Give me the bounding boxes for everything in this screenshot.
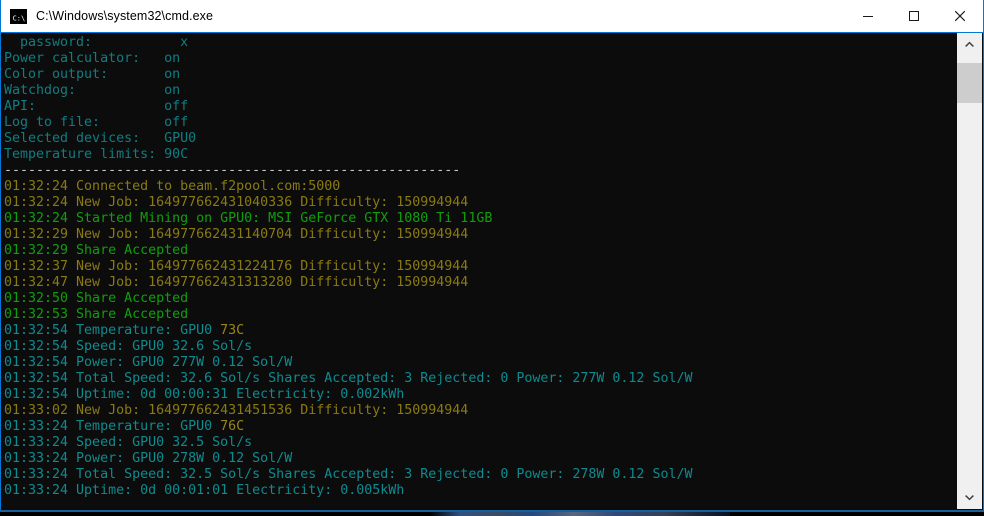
console-log-line: 01:32:29 New Job: 164977662431140704 Dif… — [4, 227, 469, 242]
console-log-line: 01:32:54 Power: GPU0 277W 0.12 Sol/W — [4, 355, 293, 370]
scrollbar-thumb[interactable] — [957, 63, 982, 103]
console-log-line: 01:32:54 Uptime: 0d 00:00:31 Electricity… — [4, 387, 405, 402]
console-log-line: 01:33:24 Total Speed: 32.5 Sol/s Shares … — [4, 467, 693, 482]
console-log-line: 01:32:24 Started Mining on GPU0: MSI GeF… — [4, 211, 493, 226]
close-button[interactable] — [937, 0, 983, 32]
settings-line: API: off — [4, 99, 189, 114]
minimize-icon — [863, 16, 873, 17]
log-line-text: 01:33:24 Temperature: GPU0 — [4, 419, 221, 434]
console-log-line: 01:33:24 Speed: GPU0 32.5 Sol/s — [4, 435, 253, 450]
settings-line: Watchdog: on — [4, 83, 181, 98]
maximize-icon — [909, 11, 919, 21]
title-bar[interactable]: C:\. C:\Windows\system32\cmd.exe — [1, 0, 983, 33]
console-log-line: 01:33:24 Power: GPU0 278W 0.12 Sol/W — [4, 451, 293, 466]
console-log-line: 01:32:24 Connected to beam.f2pool.com:50… — [4, 179, 341, 194]
temperature-value: 76C — [220, 419, 245, 434]
console-log-line: 01:32:54 Temperature: GPU0 73C — [2, 323, 959, 339]
chevron-up-icon — [965, 41, 974, 47]
close-icon — [954, 10, 966, 22]
console-log-line: 01:32:54 Speed: GPU0 32.6 Sol/s — [4, 339, 253, 354]
scroll-down-button[interactable] — [957, 487, 982, 509]
scrollbar-track[interactable] — [957, 55, 982, 487]
console-log-line: 01:32:24 New Job: 164977662431040336 Dif… — [4, 195, 469, 210]
settings-line: Color output: on — [4, 67, 181, 82]
miner-log-block: 01:32:24 Connected to beam.f2pool.com:50… — [2, 179, 959, 499]
log-line-text: 01:32:54 Temperature: GPU0 — [4, 323, 221, 338]
settings-line: Power calculator: on — [4, 51, 181, 66]
temperature-value: 73C — [220, 323, 245, 338]
minimize-button[interactable] — [845, 0, 891, 32]
taskbar-icons — [430, 512, 730, 516]
settings-line: Temperature limits: 90C — [4, 147, 189, 162]
cmd-console-icon: C:\. — [10, 8, 29, 24]
settings-line: Log to file: off — [4, 115, 189, 130]
console-log-line: 01:32:53 Share Accepted — [4, 307, 189, 322]
cmd-window: C:\. C:\Windows\system32\cmd.exe passwor… — [0, 0, 984, 510]
console-log-line: 01:33:02 New Job: 164977662431451536 Dif… — [4, 403, 469, 418]
maximize-button[interactable] — [891, 0, 937, 32]
console-log-line: 01:33:24 Uptime: 0d 00:01:01 Electricity… — [4, 483, 405, 498]
console-log-line: 01:32:29 Share Accepted — [4, 243, 189, 258]
console-log-line: 01:32:54 Total Speed: 32.6 Sol/s Shares … — [4, 371, 693, 386]
scroll-up-button[interactable] — [957, 33, 982, 55]
console-log-line: 01:32:37 New Job: 164977662431224176 Dif… — [4, 259, 469, 274]
console-output-area[interactable]: password: x Power calculator: on Color out… — [2, 33, 959, 509]
window-title: C:\Windows\system32\cmd.exe — [36, 9, 214, 23]
console-log-line: 01:33:24 Temperature: GPU0 76C — [2, 419, 959, 435]
chevron-down-icon — [965, 495, 974, 501]
vertical-scrollbar[interactable] — [957, 33, 982, 509]
separator-line: ----------------------------------------… — [4, 163, 461, 178]
settings-line: Selected devices: GPU0 — [4, 131, 197, 146]
console-log-line: 01:32:50 Share Accepted — [4, 291, 189, 306]
taskbar-sliver — [0, 510, 984, 516]
console-log-line: 01:32:47 New Job: 164977662431313280 Dif… — [4, 275, 469, 290]
svg-text:C:\.: C:\. — [13, 14, 27, 22]
miner-settings-block: password: x Power calculator: on Color out… — [2, 35, 959, 163]
settings-line: password: x — [4, 35, 189, 50]
